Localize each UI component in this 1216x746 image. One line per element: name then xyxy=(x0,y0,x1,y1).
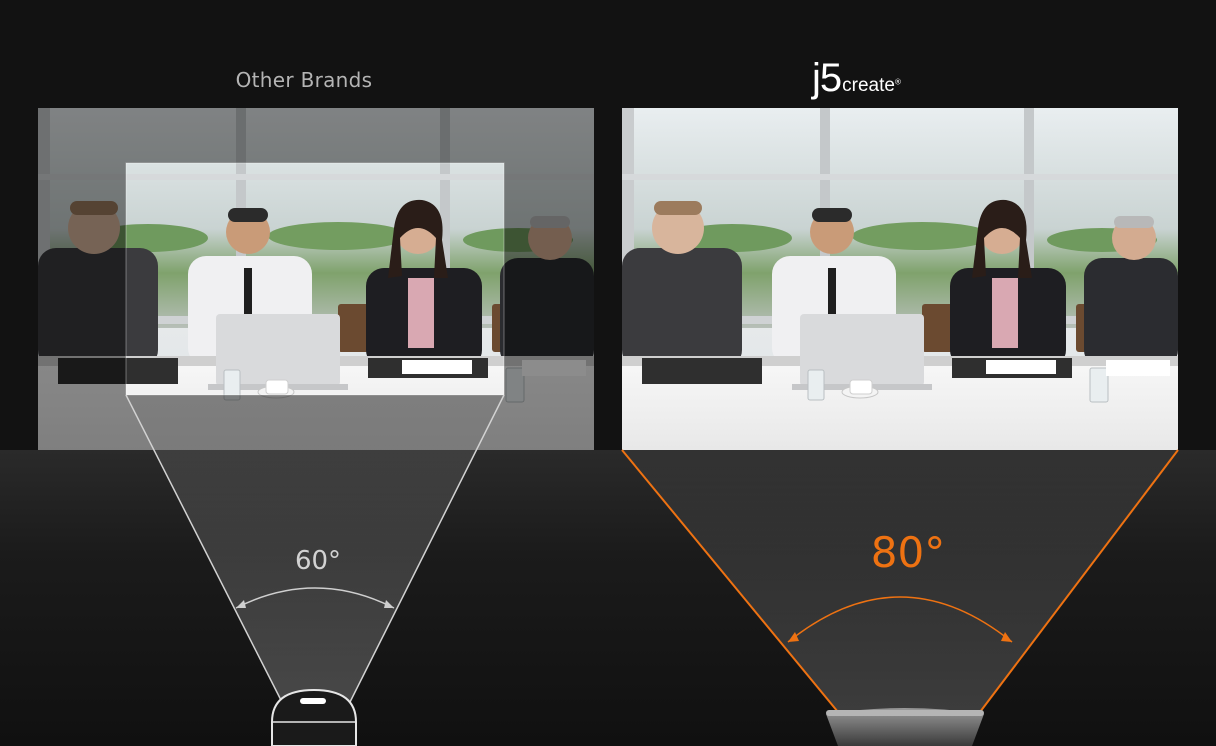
logo-word: create xyxy=(842,75,895,96)
j5create-logo: j5create® xyxy=(812,56,901,101)
webcam-icon xyxy=(826,708,984,746)
right-angle-label: 80° xyxy=(870,528,946,577)
logo-registered-mark: ® xyxy=(894,77,901,87)
dome-camera-icon xyxy=(271,688,357,746)
comparison-stage: Other Brands j5create® 60° 80° xyxy=(0,0,1216,746)
left-angle-label: 60° xyxy=(294,546,342,576)
comparison-graphic xyxy=(0,108,1216,746)
logo-mark: j5 xyxy=(812,56,842,100)
right-photo xyxy=(622,108,1178,450)
other-brands-heading: Other Brands xyxy=(235,68,373,92)
